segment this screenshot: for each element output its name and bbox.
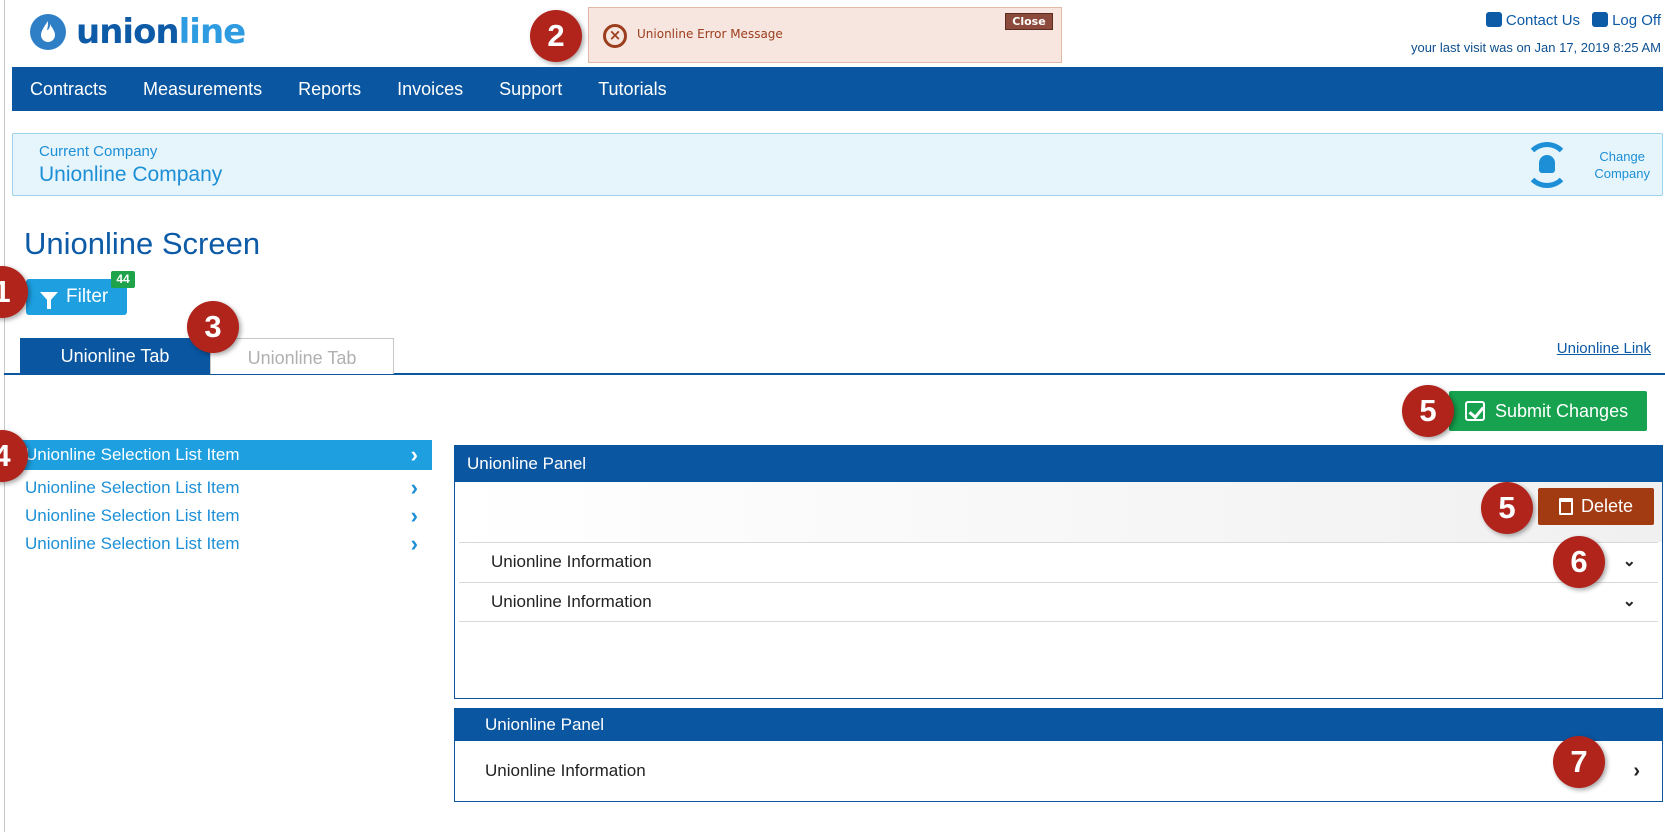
error-message-box: × Unionline Error Message Close <box>588 7 1062 63</box>
log-off-link[interactable]: Log Off <box>1592 12 1661 29</box>
info-row[interactable]: Unionline Information › <box>455 741 1662 801</box>
callout-marker: 6 <box>1553 536 1605 588</box>
panel-title: Unionline Panel <box>455 709 1662 741</box>
unionline-panel-2: Unionline Panel Unionline Information › <box>454 708 1663 802</box>
selection-list-item[interactable]: Unionline Selection List Item › <box>12 530 432 558</box>
nav-item-support[interactable]: Support <box>499 79 562 100</box>
main-nav: Contracts Measurements Reports Invoices … <box>12 67 1663 111</box>
selection-list: Unionline Selection List Item › Unionlin… <box>12 440 432 558</box>
delete-button[interactable]: Delete <box>1538 488 1654 525</box>
selection-list-item[interactable]: Unionline Selection List Item › <box>12 440 432 470</box>
change-company-link[interactable]: Change Company <box>1594 148 1650 182</box>
contact-us-link[interactable]: Contact Us <box>1485 12 1580 29</box>
nav-item-invoices[interactable]: Invoices <box>397 79 463 100</box>
submit-changes-button[interactable]: Submit Changes <box>1449 391 1647 431</box>
check-square-icon <box>1465 401 1485 421</box>
logo[interactable]: unionline <box>30 12 246 52</box>
page-title: Unionline Screen <box>24 226 261 261</box>
selection-list-item[interactable]: Unionline Selection List Item › <box>12 502 432 530</box>
last-visit-text: your last visit was on Jan 17, 2019 8:25… <box>1410 40 1661 55</box>
callout-marker: 2 <box>530 10 582 62</box>
sign-out-icon <box>1592 12 1609 27</box>
chevron-right-icon[interactable]: › <box>1633 741 1640 801</box>
change-company-icon[interactable] <box>1524 142 1570 188</box>
logo-text: unionline <box>76 12 246 52</box>
error-message-text: Unionline Error Message <box>637 27 783 41</box>
filter-count-badge: 44 <box>111 271 135 288</box>
filter-icon <box>40 292 58 309</box>
panel-title: Unionline Panel <box>455 446 1662 482</box>
phone-icon <box>1485 12 1502 27</box>
close-button[interactable]: Close <box>1005 13 1053 30</box>
selection-list-item[interactable]: Unionline Selection List Item › <box>12 474 432 502</box>
top-links: Contact Us Log Off <box>1485 12 1661 29</box>
nav-item-tutorials[interactable]: Tutorials <box>598 79 666 100</box>
trash-icon <box>1558 498 1573 515</box>
chevron-right-icon: › <box>410 531 418 556</box>
nav-item-contracts[interactable]: Contracts <box>30 79 107 100</box>
info-row[interactable]: Unionline Information ⌄ <box>459 582 1658 622</box>
nav-item-reports[interactable]: Reports <box>298 79 361 100</box>
unionline-link[interactable]: Unionline Link <box>1557 340 1651 357</box>
chevron-right-icon: › <box>410 475 418 500</box>
chevron-down-icon[interactable]: ⌄ <box>1623 583 1636 621</box>
tab-unionline-inactive[interactable]: Unionline Tab <box>210 338 394 374</box>
nav-item-measurements[interactable]: Measurements <box>143 79 262 100</box>
frame-border <box>4 0 5 832</box>
callout-marker: 5 <box>1402 385 1454 437</box>
unionline-panel-1: Unionline Panel Delete Unionline Informa… <box>454 445 1663 699</box>
company-name: Unionline Company <box>39 163 223 186</box>
error-icon: × <box>603 24 627 48</box>
chevron-right-icon: › <box>410 503 418 528</box>
current-company-bar: Current Company Unionline Company Change… <box>12 133 1663 196</box>
flame-icon <box>30 14 66 50</box>
company-label: Current Company <box>39 143 158 160</box>
callout-marker: 7 <box>1553 736 1605 788</box>
callout-marker: 1 <box>0 266 28 318</box>
info-row[interactable]: Unionline Information ⌄ <box>459 542 1658 582</box>
callout-marker: 3 <box>187 301 239 353</box>
chevron-right-icon: › <box>410 442 418 467</box>
callout-marker: 5 <box>1481 482 1533 534</box>
tab-unionline-active[interactable]: Unionline Tab <box>20 338 210 374</box>
chevron-down-icon[interactable]: ⌄ <box>1623 543 1636 581</box>
